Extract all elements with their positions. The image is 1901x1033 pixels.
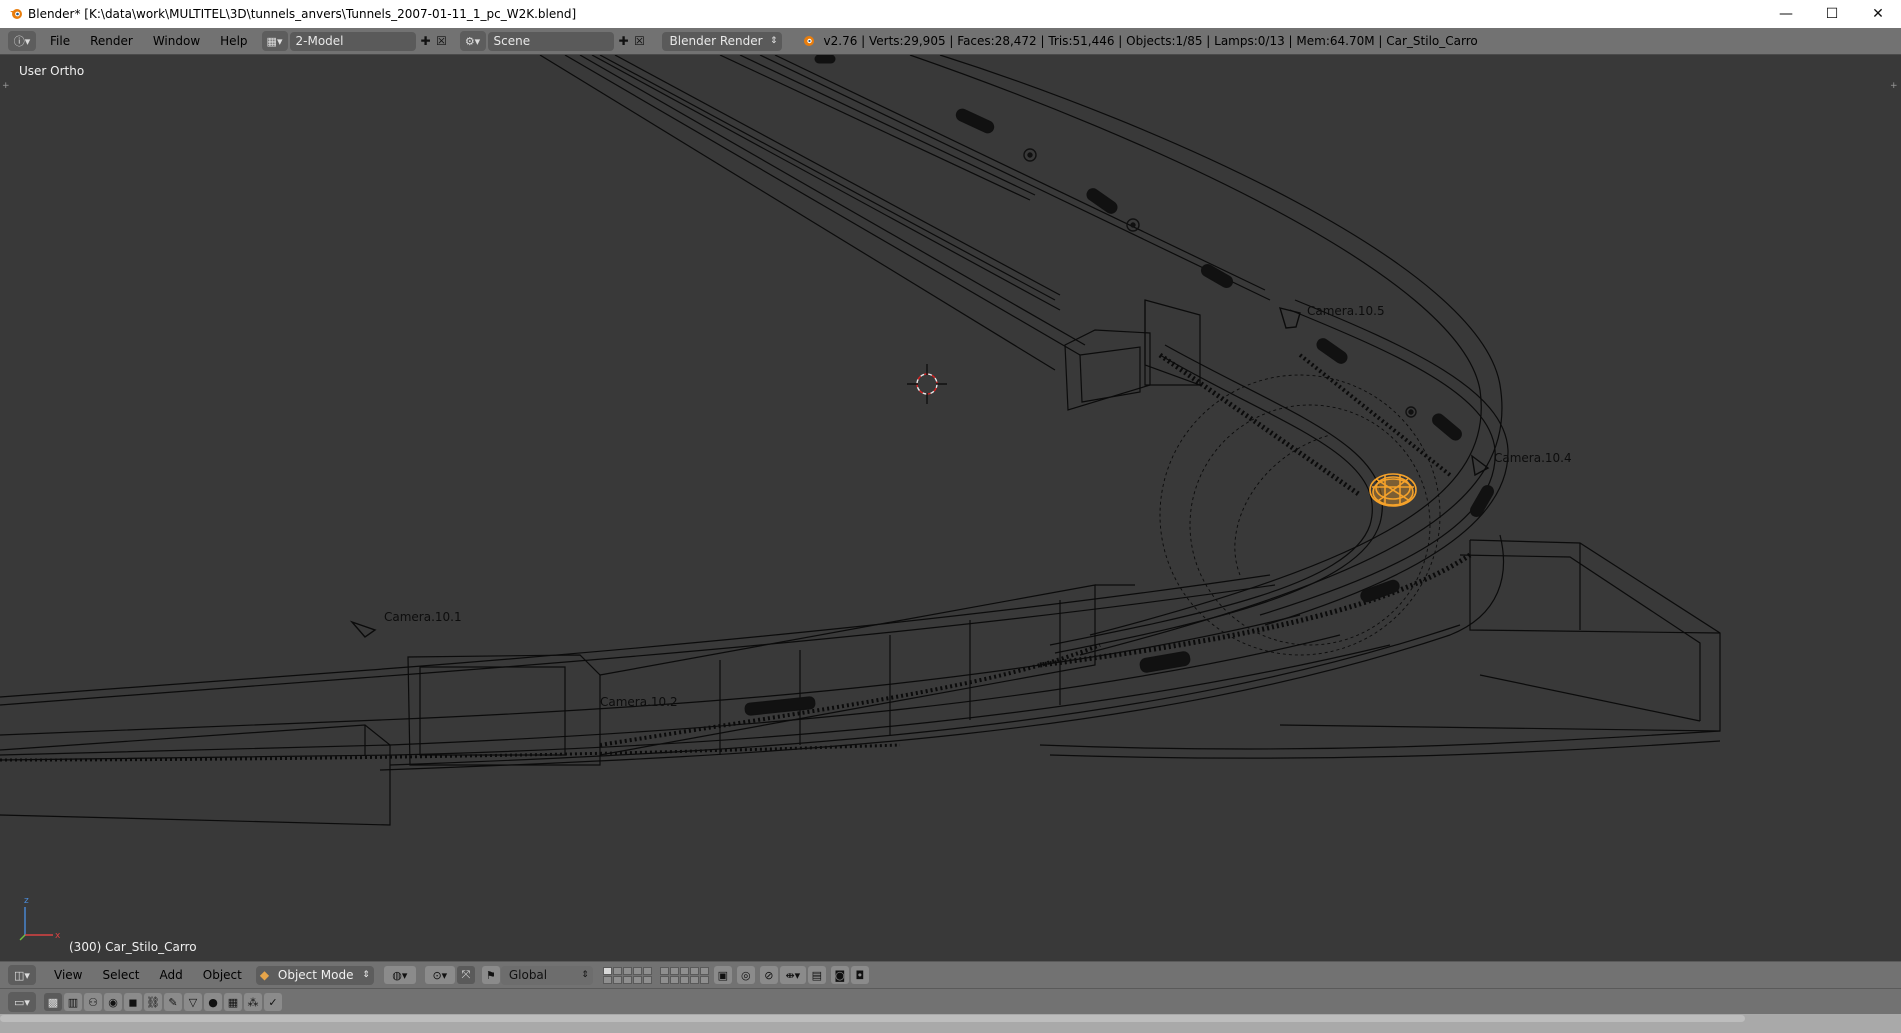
minimize-button[interactable]: — (1763, 0, 1809, 28)
axis-x-label: x (55, 931, 61, 941)
maximize-button[interactable]: ☐ (1809, 0, 1855, 28)
camera-label-10-2[interactable]: Camera.10.2 (600, 695, 678, 709)
tool-data-icon[interactable]: ▽ (184, 993, 202, 1011)
tool-material-icon[interactable]: ● (204, 993, 222, 1011)
render-camera-icon[interactable]: ◙ (830, 966, 849, 984)
screen-layout-icon[interactable]: ▦▾ (261, 31, 288, 51)
editor-type-info-icon[interactable]: ⓘ▾ (8, 31, 36, 51)
svg-text:+: + (1890, 81, 1898, 91)
tool-world-icon[interactable]: ⚇ (84, 993, 102, 1011)
tool-modifier-icon[interactable]: ✎ (164, 993, 182, 1011)
tool-scene-icon[interactable]: ▥ (64, 993, 82, 1011)
camera-label-10-4[interactable]: Camera.10.4 (1494, 451, 1572, 465)
orientation-value: Global (508, 968, 548, 982)
svg-text:+: + (2, 81, 10, 91)
dropdown-arrows-icon: ⇕ (362, 970, 370, 980)
active-object-label: (300) Car_Stilo_Carro (69, 940, 197, 954)
snap-element-icon[interactable]: ⇼▾ (779, 966, 806, 984)
add-layout-icon[interactable]: ✚ (418, 33, 434, 49)
secondary-header: ▭▾ ▩ ▥ ⚇ ◉ ◼ ⛓ ✎ ▽ ● ▦ ⁂ ✓ (0, 988, 1901, 1015)
pivot-point-icon[interactable]: ⊙▾ (424, 966, 455, 984)
render-animation-icon[interactable]: ◘ (850, 966, 869, 984)
horizontal-scrollbar[interactable] (0, 1015, 1745, 1022)
snap-icon[interactable]: ⊘ (759, 966, 778, 984)
screen-layout-name: 2-Model (295, 34, 344, 48)
scene-icon[interactable]: ⚙▾ (459, 31, 486, 51)
blender-logo-icon (8, 6, 24, 22)
menu-add[interactable]: Add (150, 963, 193, 987)
menu-file[interactable]: File (40, 29, 80, 53)
3d-cursor (907, 364, 947, 404)
proportional-edit-icon[interactable]: ◎ (736, 966, 755, 984)
menu-object[interactable]: Object (193, 963, 252, 987)
layers-grid-a[interactable] (602, 966, 652, 984)
remove-scene-icon[interactable]: ☒ (632, 33, 648, 49)
menu-help[interactable]: Help (210, 29, 257, 53)
tool-particles-icon[interactable]: ⁂ (244, 993, 262, 1011)
mode-value: Object Mode (277, 968, 354, 982)
tool-constraint-icon[interactable]: ⛓ (144, 993, 162, 1011)
lock-camera-icon[interactable]: ▣ (713, 966, 732, 984)
remove-layout-icon[interactable]: ☒ (434, 33, 450, 49)
transform-orientation-icon[interactable]: ⚑ (481, 966, 500, 984)
tool-texture-icon[interactable]: ▦ (224, 993, 242, 1011)
info-header: ⓘ▾ File Render Window Help ▦▾ 2-Model ✚ … (0, 28, 1901, 55)
scene-name: Scene (493, 34, 531, 48)
add-scene-icon[interactable]: ✚ (616, 33, 632, 49)
scene-stats: v2.76 | Verts:29,905 | Faces:28,472 | Tr… (823, 34, 1478, 48)
camera-label-10-1[interactable]: Camera.10.1 (384, 610, 462, 624)
dropdown-arrows-icon: ⇕ (769, 36, 778, 46)
scene-wireframe: + + (0, 55, 1898, 941)
window-title: Blender* [K:\data\work\MULTITEL\3D\tunne… (28, 7, 577, 21)
axis-z-label: z (24, 896, 29, 906)
orientation-select[interactable]: Global ⇕ (500, 965, 593, 985)
editor-type-3d-icon[interactable]: ◫▾ (8, 965, 36, 985)
close-button[interactable]: ✕ (1855, 0, 1901, 28)
blender-stats-icon (800, 33, 816, 49)
screen-layout-field[interactable]: 2-Model (289, 31, 416, 51)
camera-label-10-5[interactable]: Camera.10.5 (1307, 304, 1385, 318)
tool-globe-icon[interactable]: ◉ (104, 993, 122, 1011)
render-engine-value: Blender Render (669, 34, 763, 48)
menu-window[interactable]: Window (143, 29, 210, 53)
axis-gizmo (19, 907, 53, 941)
3d-viewport[interactable]: + + User Ortho Camera.10.5 Camera.10.4 C… (0, 55, 1901, 960)
tool-object-icon[interactable]: ◼ (124, 993, 142, 1011)
render-engine-select[interactable]: Blender Render ⇕ (661, 31, 782, 51)
menu-view[interactable]: View (44, 963, 92, 987)
manipulator-toggle-icon[interactable]: ⤧ (456, 966, 475, 984)
window-titlebar: Blender* [K:\data\work\MULTITEL\3D\tunne… (0, 0, 1901, 28)
menu-render[interactable]: Render (80, 29, 143, 53)
layers-grid-b[interactable] (659, 966, 709, 984)
scene-field[interactable]: Scene (487, 31, 614, 51)
menu-select[interactable]: Select (92, 963, 149, 987)
tool-render-icon[interactable]: ▩ (44, 993, 62, 1011)
3d-view-header: ◫▾ View Select Add Object ◆ Object Mode … (0, 961, 1901, 988)
viewport-shading-icon[interactable]: ◍▾ (383, 966, 416, 984)
render-opengl-icon[interactable]: ▤ (807, 966, 826, 984)
selected-car (1369, 473, 1417, 507)
editor-type-timeline-icon[interactable]: ▭▾ (8, 992, 36, 1012)
view-mode-label: User Ortho (19, 64, 85, 78)
dropdown-arrows-icon: ⇕ (581, 970, 589, 980)
mode-select[interactable]: ◆ Object Mode ⇕ (255, 965, 374, 985)
object-mode-icon: ◆ (259, 968, 270, 982)
tool-physics-icon[interactable]: ✓ (264, 993, 282, 1011)
